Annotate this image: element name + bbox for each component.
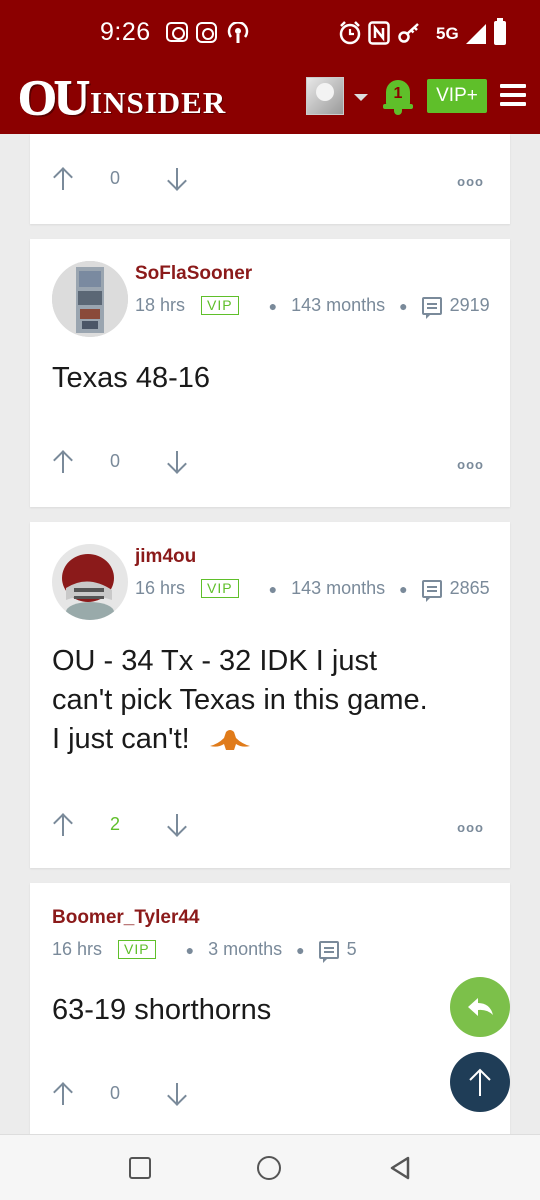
site-header: OU INSIDER 1 VIP+ (0, 62, 540, 134)
vote-bar: 2 ooo (30, 812, 510, 842)
downvote-icon[interactable] (166, 1081, 188, 1107)
downvote-icon[interactable] (166, 812, 188, 838)
member-tenure: 143 months (291, 295, 386, 315)
comment-icon (318, 940, 339, 963)
system-nav-bar (0, 1134, 540, 1200)
comment-count: 2865 (449, 578, 490, 598)
comment-count: 5 (346, 939, 357, 959)
post-time: 18 hrs (135, 295, 186, 315)
arrow-up-icon (469, 1068, 491, 1096)
camera-app-icon (166, 22, 188, 42)
notifications-bell-icon[interactable]: 1 (383, 78, 413, 116)
home-icon[interactable] (257, 1156, 281, 1180)
downvote-icon[interactable] (166, 449, 188, 475)
upvote-icon[interactable] (52, 1081, 74, 1107)
status-bar: 9:26 5G (0, 0, 540, 62)
status-time: 9:26 (100, 18, 151, 46)
post-card: 0 ooo (30, 134, 510, 224)
post-meta: 16 hrs VIP ● 3 months ● 5 (52, 939, 357, 963)
vote-count: 0 (110, 168, 121, 188)
username-link[interactable]: jim4ou (135, 546, 196, 568)
podcast-icon (227, 22, 249, 43)
alarm-icon (339, 21, 361, 45)
post-card: SoFlaSooner 18 hrs VIP ● 143 months ● 29… (30, 239, 510, 507)
recent-apps-icon[interactable] (129, 1157, 151, 1179)
vote-count: 0 (110, 451, 121, 471)
vip-plus-button[interactable]: VIP+ (427, 79, 487, 113)
key-icon (398, 23, 419, 43)
downvote-icon[interactable] (166, 166, 188, 192)
comment-count: 2919 (449, 295, 490, 315)
more-options-icon[interactable]: ooo (457, 174, 484, 189)
vote-count: 0 (110, 1083, 121, 1103)
notification-count: 1 (393, 85, 403, 102)
post-body: Texas 48-16 (52, 362, 210, 394)
upvote-icon[interactable] (52, 166, 74, 192)
more-options-icon[interactable]: ooo (457, 457, 484, 472)
vip-badge: VIP (201, 579, 239, 598)
post-card: Boomer_Tyler44 16 hrs VIP ● 3 months ● 5… (30, 883, 510, 1134)
vote-bar: 0 ooo (30, 166, 510, 196)
instagram-icon (196, 22, 217, 43)
signal-icon (466, 24, 486, 44)
username-link[interactable]: SoFlaSooner (135, 263, 252, 285)
upvote-icon[interactable] (52, 812, 74, 838)
more-options-icon[interactable]: ooo (457, 820, 484, 835)
vote-bar: 0 ooo (30, 449, 510, 479)
avatar[interactable] (52, 261, 128, 337)
post-card: jim4ou 16 hrs VIP ● 143 months ● 2865 OU… (30, 522, 510, 868)
vote-count: 2 (110, 814, 121, 834)
hamburger-menu-icon[interactable] (500, 84, 526, 106)
battery-icon (494, 18, 506, 45)
avatar[interactable] (52, 544, 128, 620)
user-avatar[interactable] (306, 77, 344, 115)
scroll-to-top-button[interactable] (450, 1052, 510, 1112)
vip-badge: VIP (118, 940, 156, 959)
vip-badge: VIP (201, 296, 239, 315)
nfc-icon (368, 21, 390, 45)
member-tenure: 3 months (208, 939, 283, 959)
comment-icon (421, 579, 442, 602)
post-time: 16 hrs (135, 578, 186, 598)
longhorn-emoji-icon (209, 729, 250, 750)
upvote-icon[interactable] (52, 449, 74, 475)
post-meta: 18 hrs VIP ● 143 months ● 2919 (135, 295, 490, 319)
vote-bar: 0 (30, 1081, 510, 1111)
reply-button[interactable] (450, 977, 510, 1037)
member-tenure: 143 months (291, 578, 386, 598)
reply-icon (468, 998, 493, 1016)
username-link[interactable]: Boomer_Tyler44 (52, 907, 200, 929)
post-time: 16 hrs (52, 939, 103, 959)
network-type: 5G (436, 24, 459, 43)
ouinsider-logo[interactable]: OU INSIDER (18, 72, 226, 123)
post-body: OU - 34 Tx - 32 IDK I just can't pick Te… (52, 645, 428, 755)
back-icon[interactable] (388, 1155, 412, 1181)
post-body: 63-19 shorthorns (52, 994, 272, 1026)
comment-icon (421, 296, 442, 319)
post-meta: 16 hrs VIP ● 143 months ● 2865 (135, 578, 490, 602)
chevron-down-icon[interactable] (354, 94, 368, 101)
